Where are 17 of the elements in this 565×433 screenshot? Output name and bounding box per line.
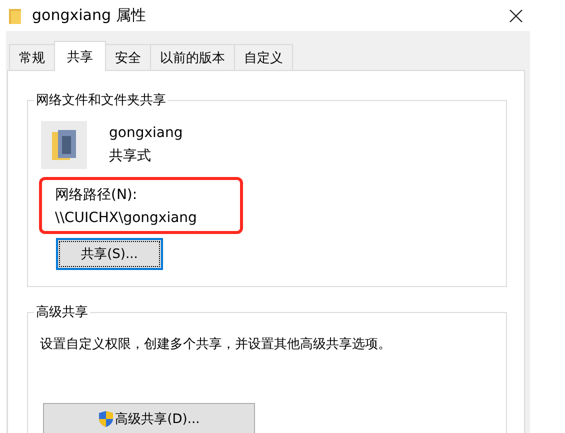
advanced-sharing-button[interactable]: 高级共享(D)... [43, 403, 255, 433]
tab[interactable]: 自定义 [234, 44, 293, 70]
folder-thumbnail [41, 121, 87, 169]
group-title: 网络文件和文件夹共享 [34, 91, 168, 109]
share-button[interactable]: 共享(S)... [56, 238, 163, 270]
tab[interactable]: 共享 [54, 41, 106, 71]
group-title: 高级共享 [34, 303, 90, 321]
close-icon[interactable] [509, 8, 523, 22]
folder-icon [9, 8, 21, 24]
share-status: 共享式 [109, 147, 152, 165]
shield-icon [98, 410, 114, 428]
folder-name: gongxiang [109, 125, 183, 141]
description-text: 设置自定义权限，创建多个共享，并设置其他高级共享选项。 [40, 336, 391, 353]
network-path-label: 网络路径(N): [55, 186, 138, 204]
network-path: \\CUICHX\gongxiang [55, 210, 198, 226]
tab[interactable]: 常规 [9, 44, 55, 70]
window-title: gongxiang 属性 [32, 6, 147, 25]
